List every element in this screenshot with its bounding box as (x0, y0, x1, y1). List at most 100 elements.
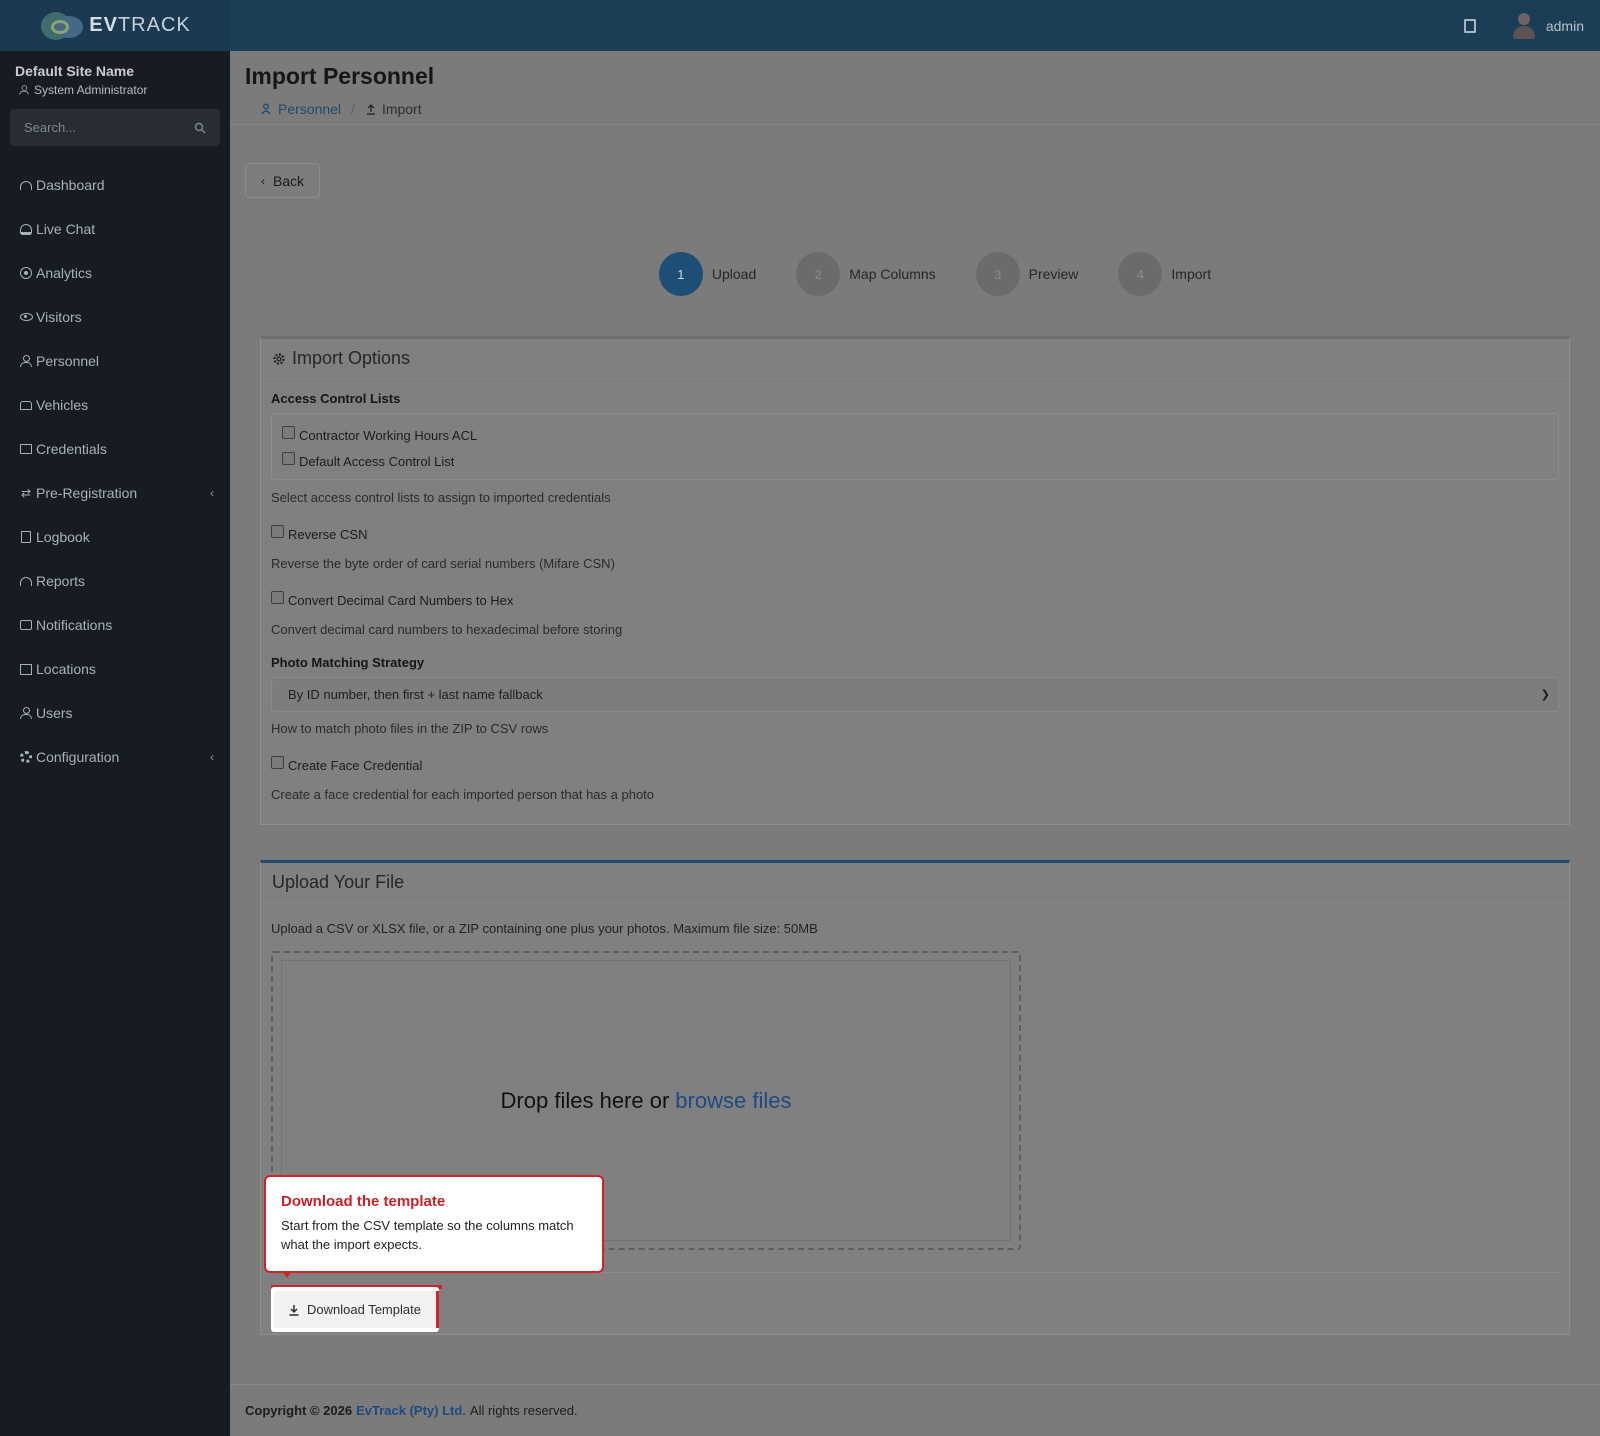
personnel-icon (19, 354, 33, 368)
sidebar-nav: Dashboard Live Chat Analytics Visitors P… (0, 163, 230, 779)
user-icon (19, 85, 29, 95)
sidebar-item-vehicles[interactable]: Vehicles (0, 383, 230, 427)
username[interactable]: admin (1546, 18, 1584, 34)
acl-option[interactable]: Default Access Control List (282, 448, 1548, 474)
step-label: Upload (711, 266, 757, 282)
breadcrumb-current: Import (365, 101, 422, 117)
acl-option[interactable]: Contractor Working Hours ACL (282, 422, 1548, 448)
convert-hex-help: Convert decimal card numbers to hexadeci… (271, 622, 623, 637)
step-preview: 3 Preview (975, 252, 1079, 296)
logo-text: EVTRACK (89, 14, 191, 36)
reverse-csn-option[interactable]: Reverse CSN (271, 521, 1559, 547)
headset-icon (19, 222, 33, 236)
guide-tooltip: Download the template Start from the CSV… (264, 1175, 604, 1278)
acl-label: Access Control Lists (271, 391, 401, 406)
face-credential-help: Create a face credential for each import… (271, 787, 655, 802)
user-gear-icon (19, 706, 33, 720)
sidebar-item-reports[interactable]: Reports (0, 559, 230, 603)
sidebar-item-logbook[interactable]: Logbook (0, 515, 230, 559)
logo-icon (39, 10, 87, 42)
step-label: Preview (1028, 266, 1079, 282)
copyright-text: Copyright © 2026 (245, 1403, 353, 1418)
tooltip-body: Start from the CSV template so the colum… (281, 1218, 574, 1252)
sidebar-item-personnel[interactable]: Personnel (0, 339, 230, 383)
sidebar-item-dashboard[interactable]: Dashboard (0, 163, 230, 207)
sidebar-search[interactable]: Search... (10, 109, 220, 146)
chevron-left-icon: ‹ (210, 750, 214, 764)
sidebar-item-analytics[interactable]: Analytics (0, 251, 230, 295)
photo-strategy-help: How to match photo files in the ZIP to C… (271, 721, 549, 736)
face-credential-option[interactable]: Create Face Credential (271, 752, 1559, 778)
user-role: System Administrator (0, 79, 230, 97)
arrows-icon: ⇄ (20, 486, 32, 500)
sidebar-item-pre-registration[interactable]: ⇄ Pre-Registration ‹ (0, 471, 230, 515)
gear-icon (19, 750, 33, 764)
acl-list: Contractor Working Hours ACL Default Acc… (271, 413, 1559, 480)
face-credential-checkbox[interactable] (271, 755, 284, 769)
photo-strategy-select[interactable]: By ID number, then first + last name fal… (271, 677, 1559, 712)
breadcrumb-separator: / (351, 101, 355, 117)
convert-hex-checkbox[interactable] (271, 590, 284, 604)
back-button[interactable]: ‹ Back (245, 163, 320, 198)
import-stepper: 1 Upload 2 Map Columns 3 Preview 4 Impor… (230, 252, 1600, 296)
step-number: 1 (658, 252, 703, 296)
sidebar-item-locations[interactable]: Locations (0, 647, 230, 691)
top-navbar: EVTRACK admin (0, 0, 1600, 51)
book-icon (19, 530, 33, 544)
header-divider (230, 124, 1600, 125)
tooltip-arrow (282, 1271, 292, 1278)
step-number: 4 (1118, 252, 1163, 296)
sidebar-item-users[interactable]: Users (0, 691, 230, 735)
step-number: 2 (796, 252, 841, 296)
analytics-icon (19, 266, 33, 280)
sidebar: Default Site Name System Administrator S… (0, 51, 230, 1436)
step-number: 3 (975, 252, 1020, 296)
eye-icon (19, 310, 33, 324)
dashboard-icon (19, 178, 33, 192)
acl-checkbox[interactable] (282, 451, 295, 465)
step-import: 4 Import (1118, 252, 1211, 296)
breadcrumb-personnel[interactable]: Personnel (261, 101, 341, 117)
import-options-header: Import Options (261, 339, 1569, 379)
avatar[interactable] (1512, 12, 1536, 40)
sidebar-item-credentials[interactable]: Credentials (0, 427, 230, 471)
sidebar-item-notifications[interactable]: Notifications (0, 603, 230, 647)
rights-text: All rights reserved. (469, 1403, 578, 1418)
credential-icon (19, 442, 33, 456)
search-icon[interactable] (194, 122, 206, 134)
reports-icon (19, 574, 33, 588)
upload-header: Upload Your File (261, 863, 1569, 903)
chevron-down-icon: ❯ (1540, 689, 1550, 701)
car-icon (19, 398, 33, 412)
tooltip-title: Download the template (281, 1193, 446, 1210)
sidebar-item-configuration[interactable]: Configuration ‹ (0, 735, 230, 779)
gear-icon (273, 352, 285, 365)
step-map-columns: 2 Map Columns (796, 252, 936, 296)
chevron-left-icon: ‹ (210, 486, 214, 500)
company-link[interactable]: EvTrack (Pty) Ltd. (356, 1403, 466, 1418)
breadcrumb: Personnel / Import (261, 101, 422, 117)
step-label: Map Columns (849, 266, 936, 282)
reverse-csn-help: Reverse the byte order of card serial nu… (271, 556, 615, 571)
acl-help-text: Select access control lists to assign to… (271, 490, 611, 505)
building-icon[interactable] (1463, 18, 1476, 33)
reverse-csn-checkbox[interactable] (271, 524, 284, 538)
site-name: Default Site Name (15, 63, 135, 79)
acl-checkbox[interactable] (282, 425, 295, 439)
sidebar-item-visitors[interactable]: Visitors (0, 295, 230, 339)
map-icon (19, 662, 33, 676)
browse-files-link[interactable]: browse files (675, 1088, 791, 1114)
step-upload: 1 Upload (658, 252, 757, 296)
sidebar-item-live-chat[interactable]: Live Chat (0, 207, 230, 251)
photo-strategy-label: Photo Matching Strategy (271, 655, 425, 670)
import-options-card: Import Options Access Control Lists Cont… (260, 336, 1570, 825)
search-input[interactable]: Search... (24, 120, 194, 135)
upload-description: Upload a CSV or XLSX file, or a ZIP cont… (271, 921, 818, 936)
brand-logo[interactable]: EVTRACK (0, 0, 230, 51)
download-template-button[interactable]: Download Template (271, 1287, 439, 1332)
page-footer: Copyright © 2026 EvTrack (Pty) Ltd. All … (230, 1384, 1600, 1436)
chat-icon (19, 618, 33, 632)
upload-icon (366, 104, 375, 115)
step-label: Import (1171, 266, 1212, 282)
convert-hex-option[interactable]: Convert Decimal Card Numbers to Hex (271, 587, 1559, 613)
